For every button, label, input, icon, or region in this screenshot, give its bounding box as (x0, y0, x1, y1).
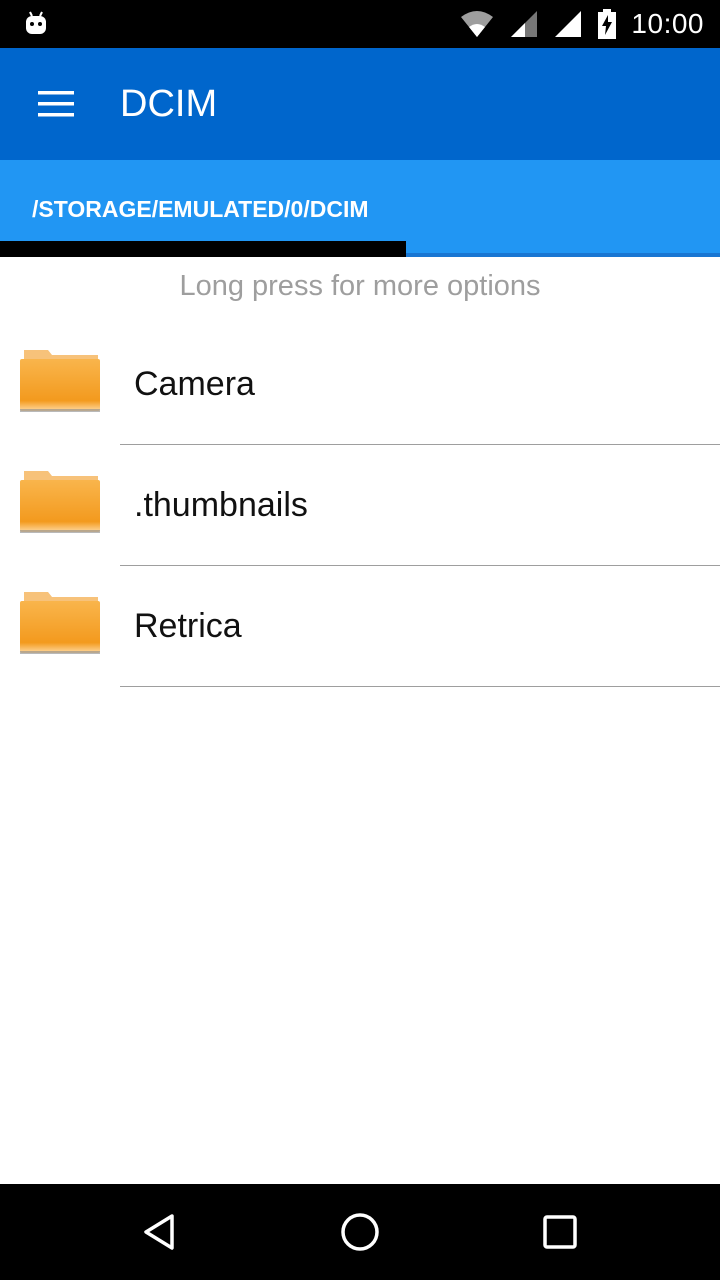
folder-item-retrica[interactable]: Retrica (0, 566, 720, 687)
wifi-icon (461, 11, 494, 37)
back-button[interactable] (136, 1208, 184, 1256)
folder-icon (20, 350, 100, 412)
path-progress-indicator (0, 241, 406, 257)
path-underline (406, 253, 720, 257)
folder-icon (20, 471, 100, 533)
app-bar: DCIM (0, 48, 720, 160)
status-clock: 10:00 (631, 8, 704, 39)
recents-button[interactable] (536, 1208, 584, 1256)
status-icons: 10:00 (459, 0, 704, 48)
android-icon (26, 11, 46, 34)
folder-list: Camera .thumbnails Retrica (0, 324, 720, 687)
recents-icon (543, 1215, 577, 1249)
folder-icon (20, 592, 100, 654)
current-path[interactable]: /STORAGE/EMULATED/0/DCIM (32, 196, 369, 223)
home-icon (341, 1213, 379, 1251)
signal-icon (511, 11, 538, 37)
list-divider (120, 686, 720, 687)
home-button[interactable] (336, 1208, 384, 1256)
status-bar: 10:00 (0, 0, 720, 48)
hamburger-menu-icon (38, 91, 74, 117)
folder-item-thumbnails[interactable]: .thumbnails (0, 445, 720, 566)
folder-item-camera[interactable]: Camera (0, 324, 720, 445)
folder-name: .thumbnails (134, 486, 308, 524)
navigation-bar (0, 1184, 720, 1280)
page-title: DCIM (120, 83, 218, 125)
back-icon (144, 1214, 174, 1250)
long-press-hint: Long press for more options (179, 270, 541, 302)
battery-charging-icon (598, 9, 617, 39)
menu-button[interactable] (24, 76, 88, 132)
folder-name: Camera (134, 365, 255, 403)
signal-full-icon (555, 11, 582, 37)
folder-name: Retrica (134, 607, 242, 645)
